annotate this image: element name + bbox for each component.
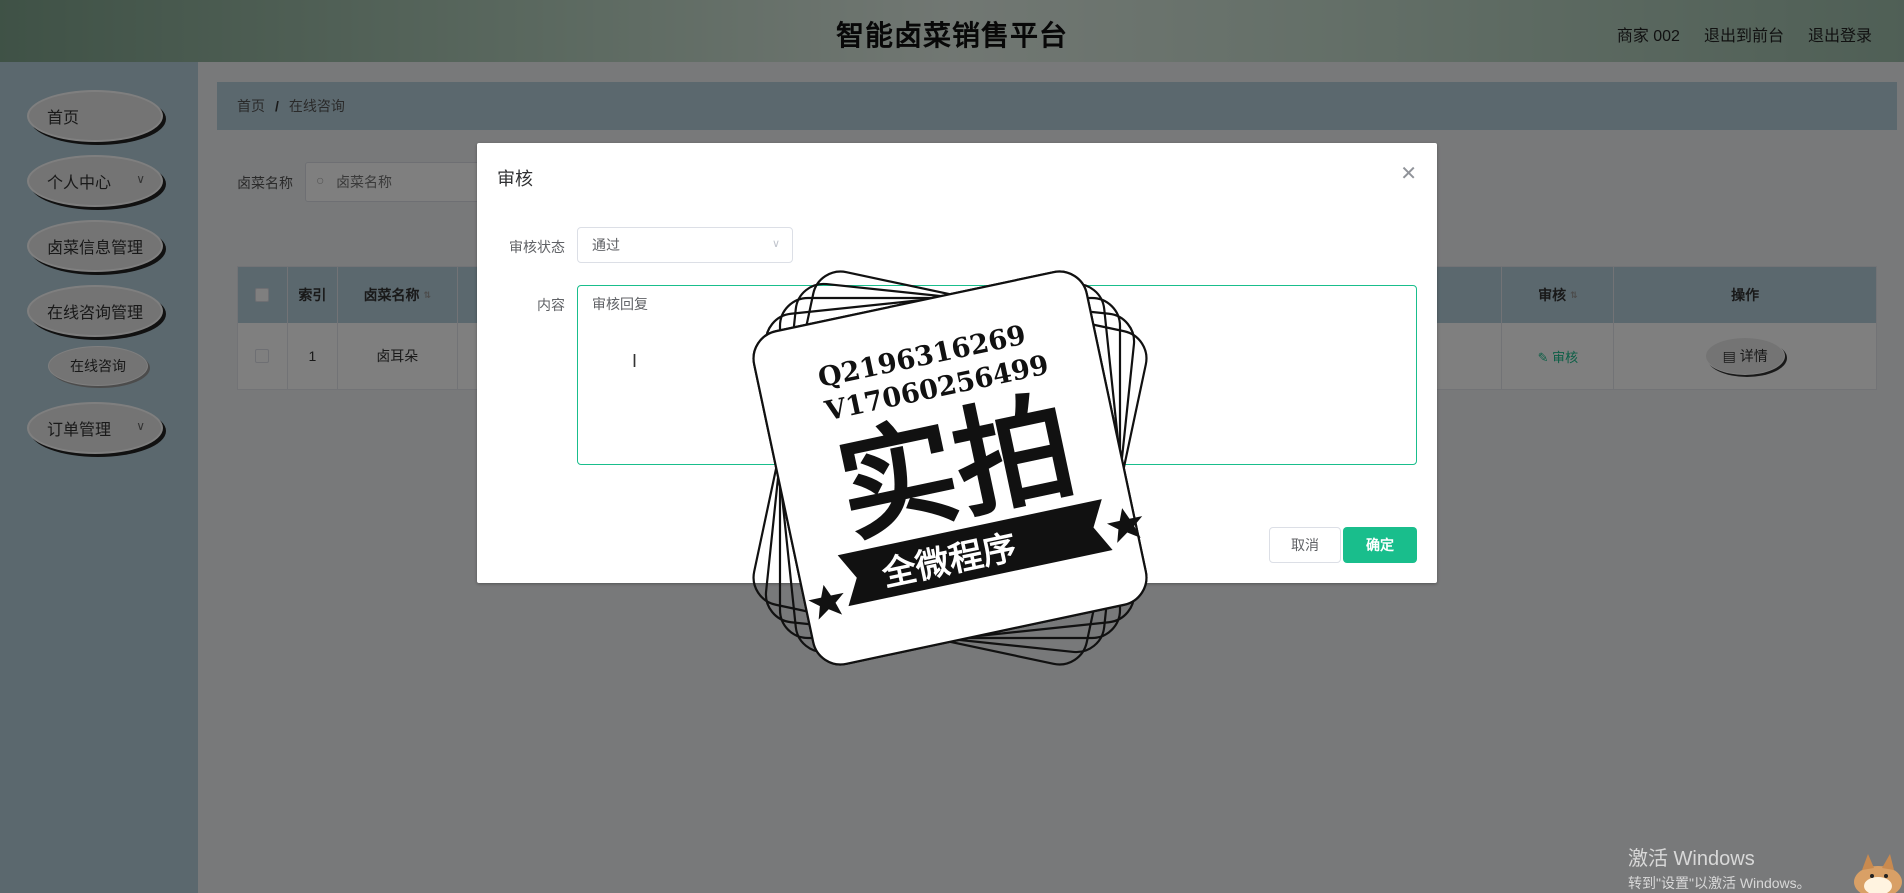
confirm-button[interactable]: 确定 (1343, 527, 1417, 563)
dog-mascot-icon (1854, 854, 1902, 893)
chevron-down-icon: ∨ (771, 238, 780, 250)
stamp-watermark: Q2196316269 V17060256499 实拍 全微程序 (752, 270, 1148, 666)
cancel-button[interactable]: 取消 (1269, 527, 1341, 563)
windows-activation-watermark: 激活 Windows 转到"设置"以激活 Windows。 (1628, 842, 1811, 893)
text-cursor-icon: I (632, 351, 638, 371)
content-label: 内容 (537, 297, 565, 313)
watermark-line2: 转到"设置"以激活 Windows。 (1628, 875, 1811, 891)
status-label: 审核状态 (509, 239, 565, 255)
dialog-title: 审核 (497, 169, 533, 189)
close-icon[interactable]: ✕ (1400, 161, 1417, 186)
status-select-value: 通过 (592, 237, 620, 253)
watermark-line1: 激活 Windows (1628, 848, 1755, 870)
